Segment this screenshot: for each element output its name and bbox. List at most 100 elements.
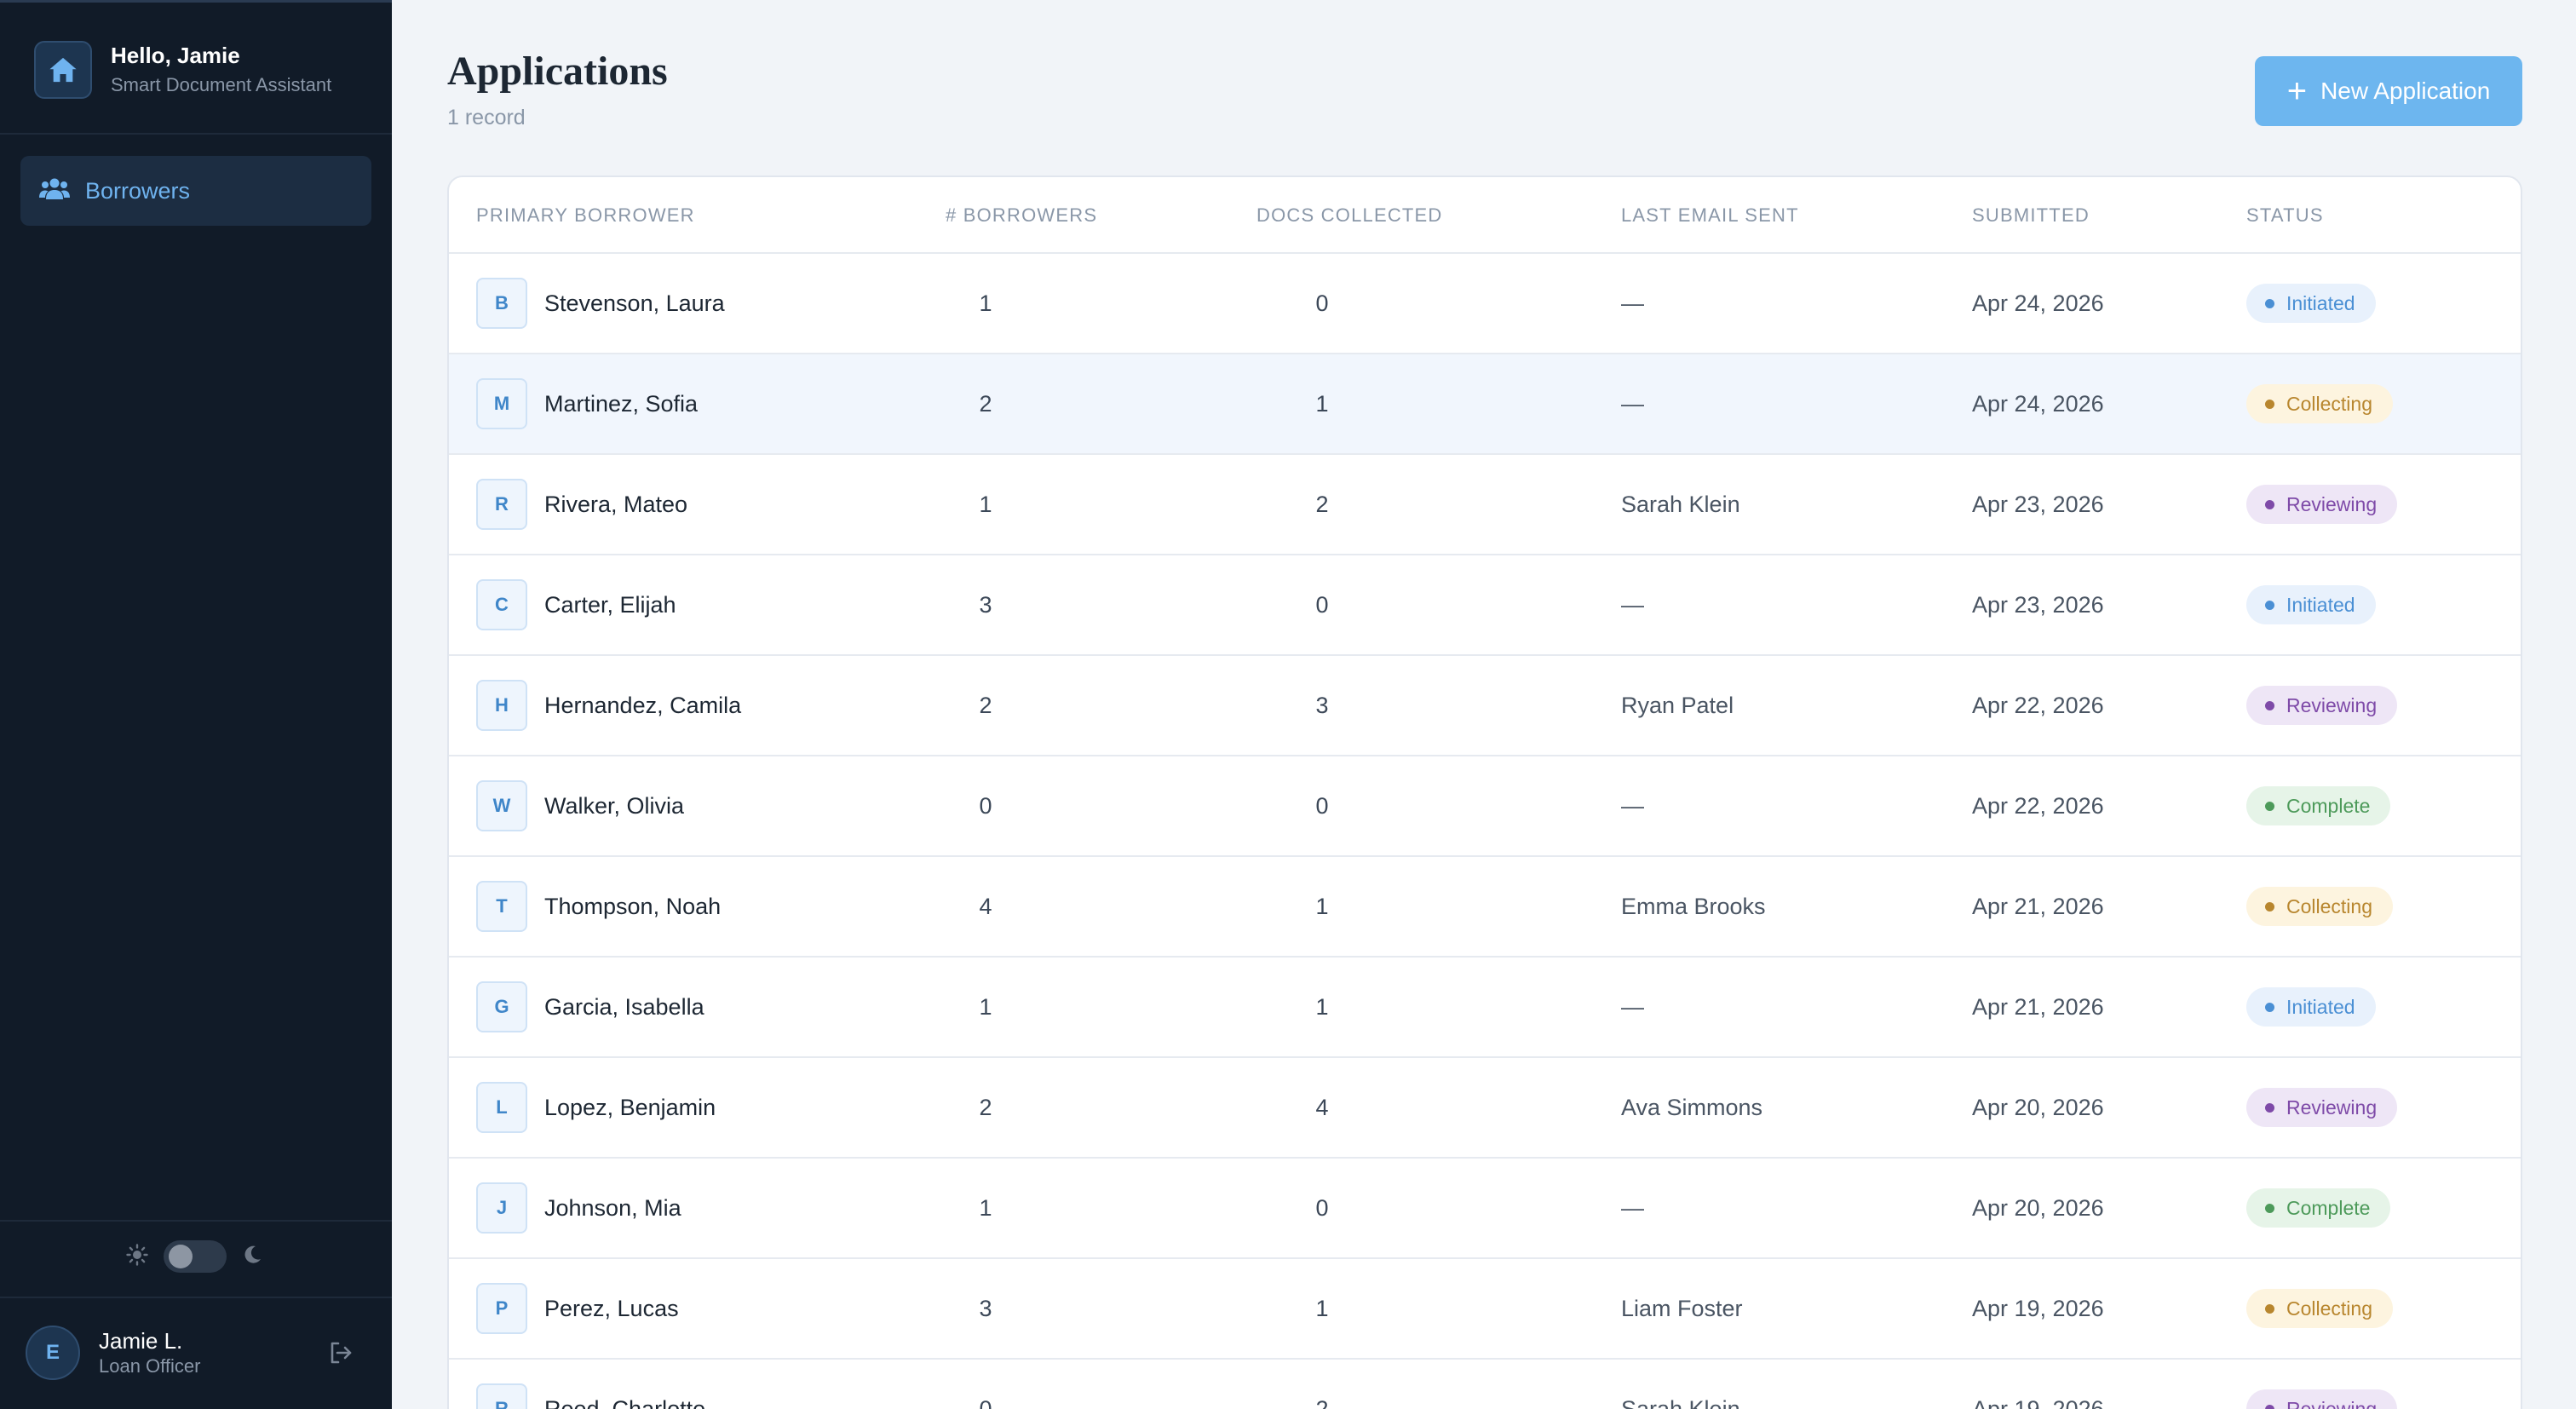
- docs-collected: 1: [1315, 390, 1329, 417]
- status-badge: Reviewing: [2246, 485, 2398, 524]
- status-badge: Reviewing: [2246, 686, 2398, 725]
- sidebar-divider: [0, 1297, 392, 1298]
- status-label: Complete: [2286, 1196, 2371, 1219]
- status-badge: Collecting: [2246, 1289, 2393, 1328]
- sidebar-item-borrowers[interactable]: Borrowers: [20, 156, 371, 226]
- logout-icon[interactable]: [327, 1339, 354, 1371]
- column-header-status[interactable]: Status: [2246, 204, 2324, 227]
- table-row[interactable]: J Johnson, Mia 1 0 — Apr 20, 2026 Complete: [449, 1159, 2521, 1259]
- borrower-count: 2: [979, 390, 992, 417]
- borrower-count: 4: [979, 893, 992, 919]
- borrower-initial-avatar: C: [476, 579, 527, 630]
- submitted-date: Apr 19, 2026: [1972, 1395, 2104, 1409]
- status-cell: Reviewing: [2246, 656, 2398, 755]
- docs-collected: 0: [1315, 1194, 1329, 1221]
- borrower-name: Stevenson, Laura: [544, 290, 725, 316]
- submitted-date: Apr 22, 2026: [1972, 792, 2104, 819]
- greeting: Hello, Jamie: [111, 43, 240, 68]
- status-dot: [2265, 700, 2274, 710]
- borrower-initial-avatar: B: [476, 278, 527, 329]
- table-row[interactable]: G Garcia, Isabella 1 1 — Apr 21, 2026 Initiate…: [449, 958, 2521, 1058]
- page-title: Applications: [447, 49, 668, 94]
- status-badge: Reviewing: [2246, 1088, 2398, 1127]
- table-row[interactable]: W Walker, Olivia 0 0 — Apr 22, 2026 Complete: [449, 756, 2521, 857]
- column-header-docs-collected[interactable]: Docs Collected: [1256, 204, 1443, 227]
- status-badge: Collecting: [2246, 887, 2393, 926]
- borrower-name: Hernandez, Camila: [544, 692, 742, 718]
- column-header-last-email-sent[interactable]: Last Email Sent: [1621, 204, 1799, 227]
- status-cell: Complete: [2246, 756, 2391, 855]
- docs-collected: 0: [1315, 792, 1329, 819]
- users-icon: [39, 177, 70, 205]
- user-profile[interactable]: E Jamie L. Loan Officer: [26, 1326, 200, 1380]
- status-badge: Initiated: [2246, 987, 2376, 1027]
- borrower-name: Reed, Charlotte: [544, 1395, 706, 1409]
- borrower-name: Walker, Olivia: [544, 792, 685, 819]
- primary-borrower-cell: L Lopez, Benjamin: [476, 1058, 716, 1157]
- last-email-sent: Ryan Patel: [1621, 692, 1734, 718]
- switch-knob: [169, 1245, 193, 1268]
- submitted-date: Apr 20, 2026: [1972, 1094, 2104, 1120]
- column-header-primary-borrower[interactable]: Primary Borrower: [476, 204, 695, 227]
- table-row[interactable]: P Perez, Lucas 3 1 Liam Foster Apr 19, 2026 Co…: [449, 1259, 2521, 1360]
- borrower-name: Perez, Lucas: [544, 1295, 679, 1321]
- status-cell: Reviewing: [2246, 1058, 2398, 1157]
- last-email-sent: —: [1621, 792, 1644, 819]
- borrower-initial-avatar: J: [476, 1182, 527, 1234]
- borrower-name: Garcia, Isabella: [544, 993, 704, 1020]
- borrower-initial-avatar: T: [476, 881, 527, 932]
- submitted-date: Apr 22, 2026: [1972, 692, 2104, 718]
- primary-borrower-cell: G Garcia, Isabella: [476, 958, 704, 1056]
- theme-switch[interactable]: [164, 1240, 227, 1273]
- status-label: Reviewing: [2286, 1397, 2378, 1409]
- user-text: Jamie L. Loan Officer: [99, 1327, 200, 1378]
- borrower-initial-avatar: M: [476, 378, 527, 429]
- submitted-date: Apr 19, 2026: [1972, 1295, 2104, 1321]
- table-row[interactable]: R Reed, Charlotte 0 2 Sarah Klein Apr 19, 202…: [449, 1360, 2521, 1409]
- borrower-name: Martinez, Sofia: [544, 390, 699, 417]
- home-icon: [34, 41, 92, 99]
- status-label: Collecting: [2286, 894, 2372, 917]
- status-cell: Collecting: [2246, 1259, 2393, 1358]
- docs-collected: 4: [1315, 1094, 1329, 1120]
- user-role: Loan Officer: [99, 1355, 201, 1377]
- column-header-submitted[interactable]: Submitted: [1972, 204, 2090, 227]
- borrower-count: 1: [979, 491, 992, 517]
- status-badge: Collecting: [2246, 384, 2393, 423]
- last-email-sent: —: [1621, 1194, 1644, 1221]
- table-row[interactable]: B Stevenson, Laura 1 0 — Apr 24, 2026 Initiate…: [449, 254, 2521, 354]
- table-header: Primary Borrower # Borrowers Docs Collec…: [449, 177, 2521, 254]
- primary-borrower-cell: B Stevenson, Laura: [476, 254, 725, 353]
- status-dot: [2265, 499, 2274, 509]
- column-header-borrowers[interactable]: # Borrowers: [946, 204, 1097, 227]
- status-dot: [2265, 901, 2274, 912]
- status-dot: [2265, 1303, 2274, 1314]
- table-row[interactable]: M Martinez, Sofia 2 1 — Apr 24, 2026 Collectin…: [449, 354, 2521, 455]
- brand[interactable]: Hello, Jamie Smart Document Assistant: [34, 41, 331, 99]
- last-email-sent: —: [1621, 390, 1644, 417]
- status-cell: Reviewing: [2246, 1360, 2398, 1409]
- table-row[interactable]: T Thompson, Noah 4 1 Emma Brooks Apr 21, 2026…: [449, 857, 2521, 958]
- theme-toggle[interactable]: [126, 1240, 262, 1273]
- submitted-date: Apr 24, 2026: [1972, 290, 2104, 316]
- new-application-button[interactable]: + New Application: [2255, 56, 2522, 126]
- last-email-sent: —: [1621, 993, 1644, 1020]
- table-row[interactable]: L Lopez, Benjamin 2 4 Ava Simmons Apr 20, 202…: [449, 1058, 2521, 1159]
- docs-collected: 2: [1315, 491, 1329, 517]
- status-cell: Complete: [2246, 1159, 2391, 1257]
- status-cell: Initiated: [2246, 254, 2376, 353]
- borrower-initial-avatar: P: [476, 1283, 527, 1334]
- borrower-initial-avatar: G: [476, 981, 527, 1032]
- status-dot: [2265, 399, 2274, 409]
- new-application-label: New Application: [2320, 78, 2491, 104]
- status-label: Collecting: [2286, 1297, 2372, 1320]
- table-row[interactable]: R Rivera, Mateo 1 2 Sarah Klein Apr 23, 2026 R…: [449, 455, 2521, 555]
- table-row[interactable]: C Carter, Elijah 3 0 — Apr 23, 2026 Initiated: [449, 555, 2521, 656]
- status-dot: [2265, 600, 2274, 610]
- borrower-count: 3: [979, 1295, 992, 1321]
- table-row[interactable]: H Hernandez, Camila 2 3 Ryan Patel Apr 22, 20…: [449, 656, 2521, 756]
- primary-borrower-cell: W Walker, Olivia: [476, 756, 684, 855]
- app-subtitle: Smart Document Assistant: [111, 74, 332, 95]
- primary-borrower-cell: J Johnson, Mia: [476, 1159, 681, 1257]
- borrower-count: 2: [979, 692, 992, 718]
